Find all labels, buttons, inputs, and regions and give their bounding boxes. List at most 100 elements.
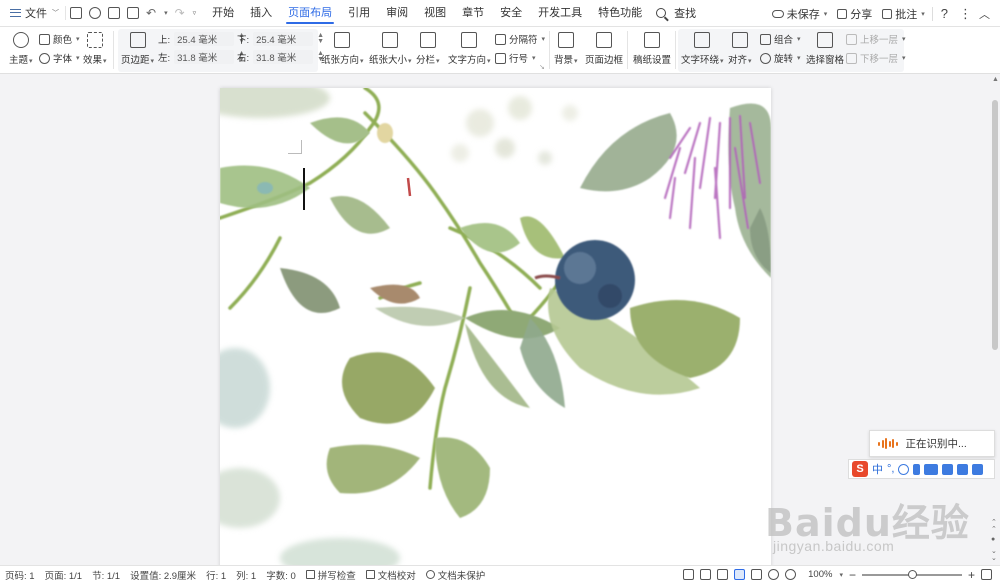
doc-protect-button[interactable]: 文档未保护 [421,568,491,582]
redo-icon[interactable]: ↷ [175,7,185,19]
color-button[interactable]: 颜色 ▾ [39,32,80,46]
comment-label: 批注 [895,8,918,21]
status-word-count[interactable]: 字数: 0 [261,568,301,582]
scrollbar-thumb[interactable] [992,100,998,350]
fullscreen-icon[interactable] [683,569,695,580]
margins-button[interactable]: 页边距▾ [121,32,154,66]
skin-icon[interactable] [957,463,969,475]
status-section[interactable]: 节: 1/1 [87,568,125,582]
microphone-icon[interactable] [913,463,921,475]
line-numbers-button[interactable]: 行号 ▾ [495,51,536,65]
margin-top-field[interactable]: 上: 25.4 毫米 ▲ ▼ [158,32,245,46]
align-button[interactable]: 对齐▾ [728,32,752,66]
fit-window-icon[interactable] [981,569,992,580]
zoom-in-button[interactable]: + [968,568,975,582]
group-button[interactable]: 组合 ▾ [760,32,801,46]
zoom-slider[interactable] [861,569,962,579]
status-page-number[interactable]: 页码: 1 [0,568,40,582]
status-pages[interactable]: 页面: 1/1 [40,568,88,582]
eye-protection-icon[interactable] [785,569,797,580]
page-setup-launcher-icon[interactable]: ↘ [539,63,545,71]
tab-view[interactable]: 视图 [416,0,454,27]
ime-mode-toggle[interactable]: 中 [872,461,883,477]
sogou-logo-icon[interactable]: S [852,461,868,477]
save-icon[interactable] [70,7,82,19]
comment-button[interactable]: 批注 ▾ [879,6,928,22]
status-column[interactable]: 列: 1 [231,568,261,582]
tab-security[interactable]: 安全 [492,0,530,27]
collapse-ribbon-icon[interactable]: ︿ [979,6,990,22]
paper-size-button[interactable]: 纸张大小▾ [369,32,412,66]
unsaved-status-button[interactable]: 未保存 ▾ [769,6,831,22]
share-button[interactable]: 分享 [834,6,875,22]
vertical-scrollbar[interactable]: ▲ ⌃ ⌃ ● ⌄ ⌄ [990,74,1000,565]
margin-right-field[interactable]: 右: 31.8 毫米 ▲ ▼ [237,50,324,64]
breaks-button[interactable]: 分隔符 ▾ [495,32,545,46]
status-row[interactable]: 行: 1 [201,568,231,582]
margin-left-field[interactable]: 左: 31.8 毫米 ▲ ▼ [158,50,245,64]
document-page[interactable] [220,88,771,568]
doc-proof-button[interactable]: 文档校对 [361,568,421,582]
text-direction-button[interactable]: 文字方向▾ [448,32,491,66]
wrap-text-button[interactable]: 文字环绕▾ [681,32,724,66]
undo-dropdown-icon[interactable]: ▾ [164,9,168,17]
orientation-button[interactable]: 纸张方向▾ [321,32,364,66]
file-menu-button[interactable]: 文件 ﹀ [0,5,65,21]
tab-sections[interactable]: 章节 [454,0,492,27]
send-backward-button[interactable]: 下移一层 ▾ [846,51,906,65]
scroll-up-arrow-icon[interactable]: ▲ [992,76,999,83]
zoom-out-button[interactable]: − [849,568,856,582]
watercolor-botanical-image [220,88,771,568]
zoom-dropdown-icon[interactable]: ▾ [839,571,843,579]
margin-top-input[interactable]: 25.4 毫米 [174,32,235,46]
font-button[interactable]: 字体 ▾ [39,51,80,65]
select-browse-icon[interactable]: ● [991,536,995,543]
page-border-button[interactable]: 页面边框 [585,32,623,66]
emoji-icon[interactable] [898,463,910,475]
ribbon-tabs: 开始 插入 页面布局 引用 审阅 视图 章节 安全 开发工具 特色功能 [204,0,650,27]
tab-features[interactable]: 特色功能 [590,0,650,27]
read-mode-icon[interactable] [700,569,712,580]
bring-forward-label: 上移一层 [860,35,899,46]
pen-icon[interactable] [717,569,729,580]
tab-references[interactable]: 引用 [340,0,378,27]
keyboard-icon[interactable] [924,463,939,475]
search-button[interactable]: 查找 [650,5,696,21]
margin-right-input[interactable]: 31.8 毫米 [253,50,314,64]
print-icon[interactable] [108,7,120,19]
selection-pane-button[interactable]: 选择窗格 [806,32,844,66]
background-button[interactable]: 背景▾ [554,32,578,66]
margin-bottom-input[interactable]: 25.4 毫米 [253,32,314,46]
margin-bottom-field[interactable]: 下: 25.4 毫米 ▲ ▼ [237,32,324,46]
toolbox-grid-icon[interactable] [972,463,984,475]
outline-view-icon[interactable] [751,569,763,580]
prev-page-icon[interactable]: ⌃ ⌃ [991,519,997,533]
tab-home[interactable]: 开始 [204,0,242,27]
page-view-icon[interactable] [734,569,746,580]
draft-paper-button[interactable]: 稿纸设置 [633,32,671,66]
status-position[interactable]: 设置值: 2.9厘米 [125,568,201,582]
margin-left-input[interactable]: 31.8 毫米 [174,50,235,64]
tab-page-layout[interactable]: 页面布局 [280,0,340,27]
customize-toolbar-icon[interactable]: ▿ [193,9,197,17]
effects-button[interactable]: 效果▾ [83,32,107,66]
user-icon[interactable] [942,463,954,475]
help-icon[interactable]: ? [937,6,952,21]
tab-insert[interactable]: 插入 [242,0,280,27]
web-view-icon[interactable] [768,569,780,580]
tab-developer[interactable]: 开发工具 [530,0,590,27]
tab-review[interactable]: 审阅 [378,0,416,27]
theme-button[interactable]: 主题▾ [9,32,33,66]
rotate-button[interactable]: 旋转 ▾ [760,51,801,65]
more-options-icon[interactable]: ⋮ [956,6,975,22]
print-preview-icon[interactable] [127,7,139,19]
columns-button[interactable]: 分栏▾ [416,32,440,66]
ime-punct-toggle[interactable]: °, [887,463,894,475]
spell-check-button[interactable]: 拼写检查 [301,568,361,582]
undo-icon[interactable]: ↶ [146,7,156,19]
zoom-level[interactable]: 100% [808,569,832,580]
bring-forward-button[interactable]: 上移一层 ▾ [846,32,906,46]
zoom-slider-knob[interactable] [907,569,917,579]
format-painter-icon[interactable] [89,7,101,19]
next-page-icon[interactable]: ⌄ ⌄ [991,548,997,562]
